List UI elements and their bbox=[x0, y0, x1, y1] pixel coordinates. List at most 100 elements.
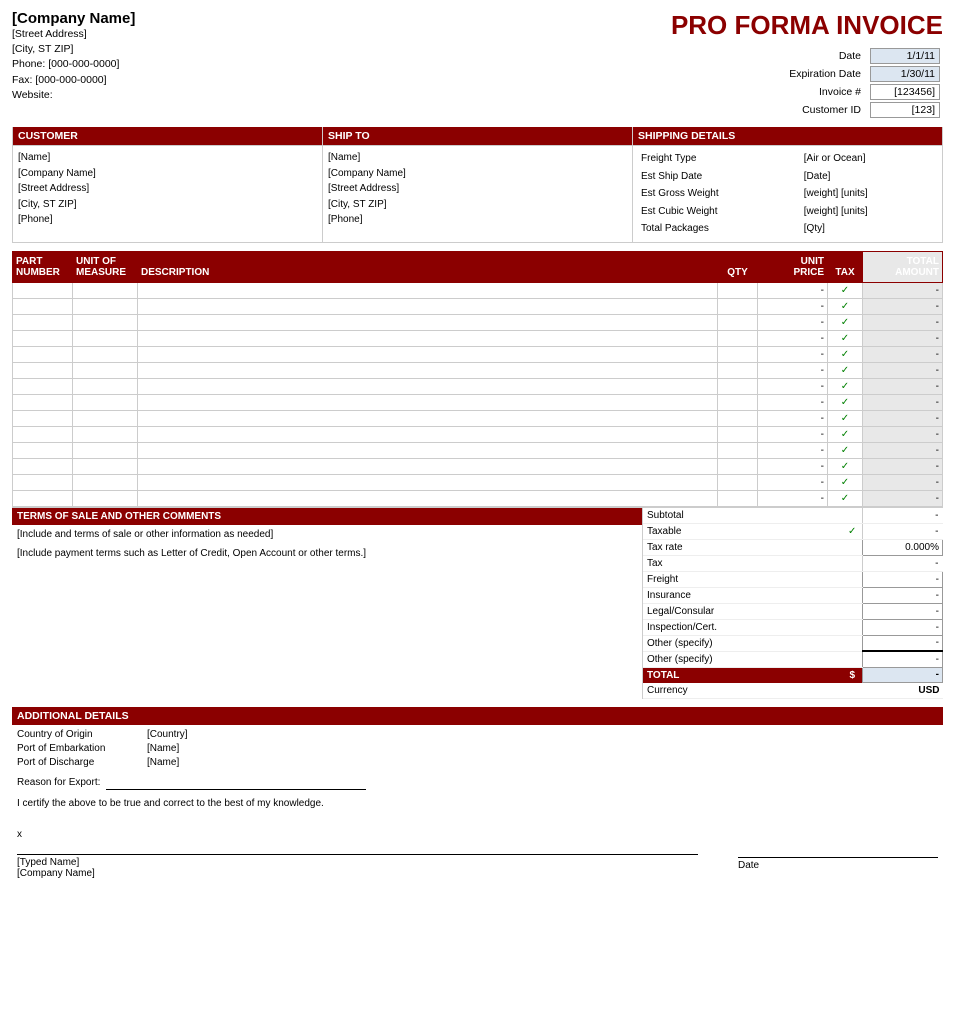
date-sig-label: Date bbox=[738, 860, 938, 871]
table-cell bbox=[13, 362, 73, 378]
col-desc-header: DESCRIPTION bbox=[138, 251, 718, 282]
other2-val: - bbox=[863, 651, 943, 667]
inspection-label: Inspection/Cert. bbox=[643, 619, 843, 635]
totals-column: Subtotal - Taxable ✓ - Tax rate 0.000% T… bbox=[643, 508, 943, 699]
table-cell bbox=[73, 426, 138, 442]
reason-row: Reason for Export: bbox=[17, 776, 938, 790]
table-cell bbox=[138, 346, 718, 362]
discharge-label: Port of Discharge bbox=[17, 757, 147, 768]
customer-company: [Company Name] bbox=[18, 166, 317, 182]
tax-check bbox=[843, 555, 863, 571]
reason-label: Reason for Export: bbox=[17, 777, 100, 788]
header: [Company Name] [Street Address] [City, S… bbox=[12, 10, 943, 119]
table-row: -✓- bbox=[13, 426, 943, 442]
customer-header-cell: CUSTOMER bbox=[13, 127, 323, 145]
table-cell bbox=[73, 378, 138, 394]
additional-body: Country of Origin [Country] Port of Emba… bbox=[12, 725, 943, 883]
table-cell bbox=[718, 490, 758, 506]
shipto-street: [Street Address] bbox=[328, 181, 627, 197]
table-cell bbox=[138, 426, 718, 442]
shipping-detail-table: Freight Type [Air or Ocean] Est Ship Dat… bbox=[638, 150, 937, 238]
sig-company-val: [Company Name] bbox=[17, 868, 698, 879]
table-cell bbox=[718, 378, 758, 394]
table-cell: - bbox=[863, 490, 943, 506]
table-cell: ✓ bbox=[828, 330, 863, 346]
company-fax: Fax: [000-000-0000] bbox=[12, 73, 478, 88]
sig-line bbox=[17, 854, 698, 855]
insurance-val: - bbox=[863, 587, 943, 603]
table-cell: - bbox=[863, 394, 943, 410]
terms-line2: [Include payment terms such as Letter of… bbox=[17, 548, 637, 559]
tax-label: Tax bbox=[643, 555, 843, 571]
insurance-label: Insurance bbox=[643, 587, 843, 603]
table-cell: ✓ bbox=[828, 282, 863, 298]
inspection-check bbox=[843, 619, 863, 635]
table-cell bbox=[138, 458, 718, 474]
reason-input[interactable] bbox=[106, 776, 366, 790]
expiration-value: 1/30/11 bbox=[870, 66, 940, 82]
table-cell bbox=[73, 458, 138, 474]
freight-label: Freight bbox=[643, 571, 843, 587]
table-cell: - bbox=[863, 442, 943, 458]
shipto-body: [Name] [Company Name] [Street Address] [… bbox=[323, 146, 633, 242]
expiration-label: Expiration Date bbox=[786, 65, 867, 83]
table-cell bbox=[138, 298, 718, 314]
shipto-company: [Company Name] bbox=[328, 166, 627, 182]
other1-val: - bbox=[863, 635, 943, 651]
company-info: [Company Name] [Street Address] [City, S… bbox=[12, 10, 478, 103]
table-cell bbox=[718, 330, 758, 346]
table-row: -✓- bbox=[13, 458, 943, 474]
table-cell: - bbox=[758, 298, 828, 314]
table-cell: - bbox=[863, 474, 943, 490]
table-cell: ✓ bbox=[828, 458, 863, 474]
table-cell: - bbox=[758, 330, 828, 346]
shipping-header: SHIPPING DETAILS bbox=[633, 127, 942, 145]
invoice-title-block: PRO FORMA INVOICE Date 1/1/11 Expiration… bbox=[478, 10, 944, 119]
embark-row: Port of Embarkation [Name] bbox=[17, 743, 938, 754]
col-part-header: PARTNUMBER bbox=[13, 251, 73, 282]
table-row: -✓- bbox=[13, 282, 943, 298]
bottom-section: TERMS OF SALE AND OTHER COMMENTS [Includ… bbox=[12, 507, 943, 699]
table-row: -✓- bbox=[13, 490, 943, 506]
table-cell: - bbox=[863, 458, 943, 474]
table-cell: - bbox=[863, 330, 943, 346]
table-cell: - bbox=[758, 362, 828, 378]
total-dollar: $ bbox=[843, 667, 863, 683]
table-cell: - bbox=[863, 426, 943, 442]
table-cell: - bbox=[863, 282, 943, 298]
cubic-weight-label: Est Cubic Weight bbox=[638, 203, 800, 221]
date-sig-line bbox=[738, 857, 938, 858]
currency-check bbox=[843, 683, 863, 699]
shipto-header: SHIP TO bbox=[323, 127, 632, 145]
shipping-header-cell: SHIPPING DETAILS bbox=[633, 127, 942, 145]
table-cell bbox=[73, 282, 138, 298]
legal-val: - bbox=[863, 603, 943, 619]
gross-weight-val: [weight] [units] bbox=[800, 185, 937, 203]
table-cell bbox=[13, 282, 73, 298]
table-row: -✓- bbox=[13, 474, 943, 490]
sig-x: x bbox=[17, 829, 698, 840]
table-cell bbox=[718, 394, 758, 410]
customer-city: [City, ST ZIP] bbox=[18, 197, 317, 213]
sig-typed-name-val: [Typed Name] bbox=[17, 857, 698, 868]
table-cell bbox=[138, 314, 718, 330]
table-row: -✓- bbox=[13, 362, 943, 378]
company-city: [City, ST ZIP] bbox=[12, 42, 478, 57]
customer-street: [Street Address] bbox=[18, 181, 317, 197]
table-cell: - bbox=[863, 346, 943, 362]
table-cell bbox=[138, 410, 718, 426]
table-cell bbox=[138, 362, 718, 378]
table-row: -✓- bbox=[13, 378, 943, 394]
table-cell bbox=[13, 490, 73, 506]
invoice-title: PRO FORMA INVOICE bbox=[478, 10, 944, 41]
company-street: [Street Address] bbox=[12, 27, 478, 42]
table-cell bbox=[718, 410, 758, 426]
embark-val: [Name] bbox=[147, 743, 179, 754]
terms-body: [Include and terms of sale or other info… bbox=[12, 525, 642, 645]
table-cell: ✓ bbox=[828, 314, 863, 330]
company-website: Website: bbox=[12, 88, 478, 103]
table-cell bbox=[13, 474, 73, 490]
origin-row: Country of Origin [Country] bbox=[17, 729, 938, 740]
table-row: -✓- bbox=[13, 346, 943, 362]
signature-section: x [Typed Name] [Company Name] Date bbox=[17, 829, 938, 879]
